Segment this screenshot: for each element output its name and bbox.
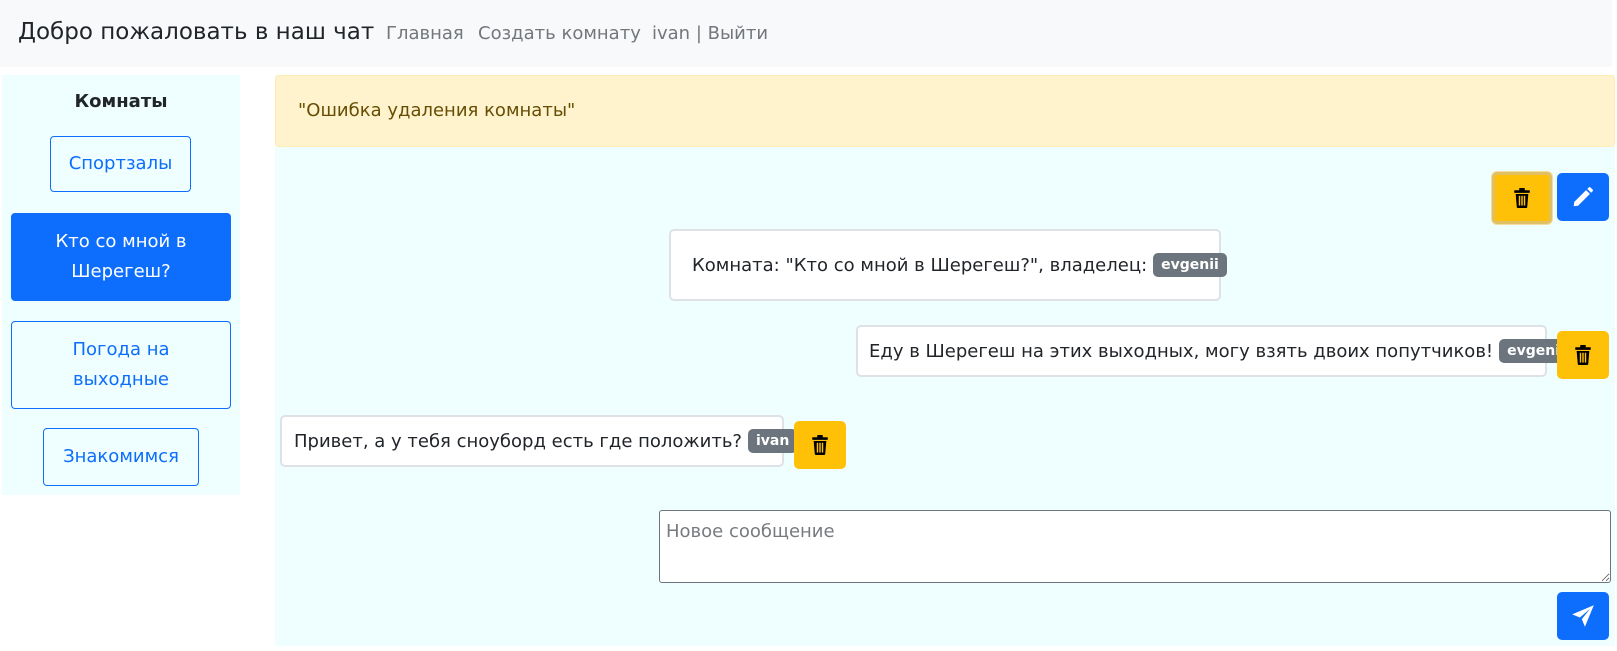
rooms-sidebar: Комнаты Спортзалы Кто со мной в Шерегеш?… [2, 75, 240, 495]
message-text: Привет, а у тебя сноуборд есть где полож… [294, 430, 742, 452]
nav-link-home[interactable]: Главная [386, 23, 464, 44]
message-bubble: Привет, а у тебя сноуборд есть где полож… [280, 415, 798, 467]
room-button-sportzaly[interactable]: Спортзалы [50, 136, 191, 192]
error-alert: "Ошибка удаления комнаты" [275, 75, 1615, 147]
room-info-card: Комната: "Кто со мной в Шерегеш?", владе… [669, 229, 1227, 301]
trash-icon [1575, 345, 1591, 365]
delete-message-button[interactable] [794, 421, 846, 469]
room-button-znakomimsya[interactable]: Знакомимся [43, 428, 199, 486]
sidebar-title: Комнаты [74, 91, 168, 112]
nav-link-user-logout[interactable]: ivan | Выйти [652, 23, 768, 44]
room-info-text: Комната: "Кто со мной в Шерегеш?", владе… [692, 254, 1148, 276]
error-alert-text: "Ошибка удаления комнаты" [298, 100, 576, 121]
message-text: Еду в Шерегеш на этих выходных, могу взя… [869, 340, 1494, 362]
trash-icon [1514, 188, 1530, 208]
send-icon [1572, 605, 1594, 627]
message-bubble: Еду в Шерегеш на этих выходных, могу взя… [856, 325, 1573, 377]
send-message-button[interactable] [1557, 592, 1609, 640]
owner-badge: evgenii [1153, 253, 1227, 277]
room-button-weather[interactable]: Погода на выходные [11, 321, 231, 409]
delete-message-button[interactable] [1557, 331, 1609, 379]
navbar-brand[interactable]: Добро пожаловать в наш чат [18, 19, 374, 45]
delete-room-button[interactable] [1492, 172, 1552, 224]
author-badge: ivan [748, 429, 798, 453]
new-message-input[interactable] [659, 510, 1611, 583]
edit-room-button[interactable] [1557, 173, 1609, 221]
navbar: Добро пожаловать в наш чат Главная Созда… [0, 0, 1612, 67]
trash-icon [812, 435, 828, 455]
room-button-sheregesh[interactable]: Кто со мной в Шерегеш? [11, 213, 231, 301]
pencil-icon [1573, 187, 1593, 207]
nav-link-create-room[interactable]: Создать комнату [478, 23, 641, 44]
